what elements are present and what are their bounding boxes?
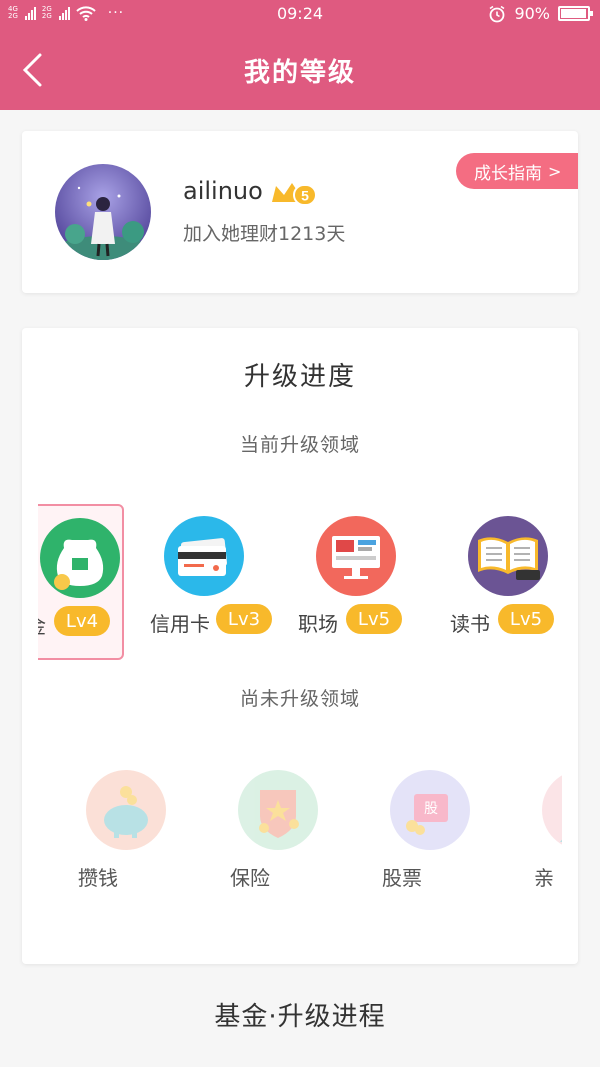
battery-icon [558,6,593,21]
chevron-right-icon: > [548,161,562,181]
domain-label: 职场 [298,612,338,636]
avatar-image [55,164,151,260]
svg-text:股: 股 [424,801,438,817]
status-right: 90% [488,4,593,23]
domain-item-fund[interactable]: 金 Lv4 [38,504,124,660]
join-days: 加入她理财1213天 [183,223,346,245]
domain-label: 金 [38,610,46,639]
domain-label: 亲 [534,866,554,890]
growth-guide-button[interactable]: 成长指南 > [456,153,578,189]
current-domains-carousel[interactable]: 金 Lv4 信用卡 Lv3 [38,504,562,660]
domain-item-saving[interactable]: 攒钱 [60,762,200,902]
domain-label: 保险 [230,866,270,890]
domain-item-credit-card[interactable]: 信用卡 Lv3 [138,504,278,660]
status-bar: 4G 2G 2G 2G ··· 09:24 90% [0,0,600,30]
page-title: 我的等级 [243,58,356,88]
level-badge: Lv4 [54,606,110,636]
monitor-icon [316,516,396,596]
domain-label: 信用卡 [150,612,210,636]
pending-domains-label: 尚未升级领域 [239,688,360,710]
growth-guide-label: 成长指南 [474,163,542,184]
money-bag-icon [40,518,120,598]
person-icon [542,770,562,850]
shield-star-icon [238,770,318,850]
piggy-bank-icon [86,770,166,850]
profile-card: ailinuo 5 加入她理财1213天 成长指南 > [22,131,578,293]
domain-item-stock[interactable]: 股 股票 [364,762,504,902]
credit-card-icon [164,516,244,596]
alarm-icon [489,5,505,22]
domain-item-reading[interactable]: 读书 Lv5 [442,504,562,660]
crown-level-icon: 5 [272,183,317,206]
level-badge: Lv5 [498,604,554,634]
level-badge: Lv5 [346,604,402,634]
level-number: 5 [301,188,309,204]
upgrade-progress-card: 升级进度 当前升级领域 金 Lv4 [22,328,578,964]
domain-label: 读书 [450,612,490,636]
avatar[interactable] [55,164,151,260]
stock-icon: 股 [390,770,470,850]
level-badge: Lv3 [216,604,272,634]
section-title: 升级进度 [243,362,356,392]
domain-label: 股票 [382,866,422,890]
domain-item-insurance[interactable]: 保险 [212,762,352,902]
domain-item-parenting[interactable]: 亲 [516,762,562,902]
pending-domains-carousel[interactable]: 攒钱 保险 股 股票 亲 [38,762,562,902]
domain-label: 攒钱 [78,866,118,890]
fund-upgrade-title: 基金·升级进程 [214,1002,386,1032]
domain-item-career[interactable]: 职场 Lv5 [290,504,430,660]
book-icon [468,516,548,596]
username: ailinuo [183,177,263,205]
battery-percent: 90% [514,4,550,23]
current-domains-label: 当前升级领域 [239,434,360,456]
app-header: 我的等级 [0,30,600,110]
